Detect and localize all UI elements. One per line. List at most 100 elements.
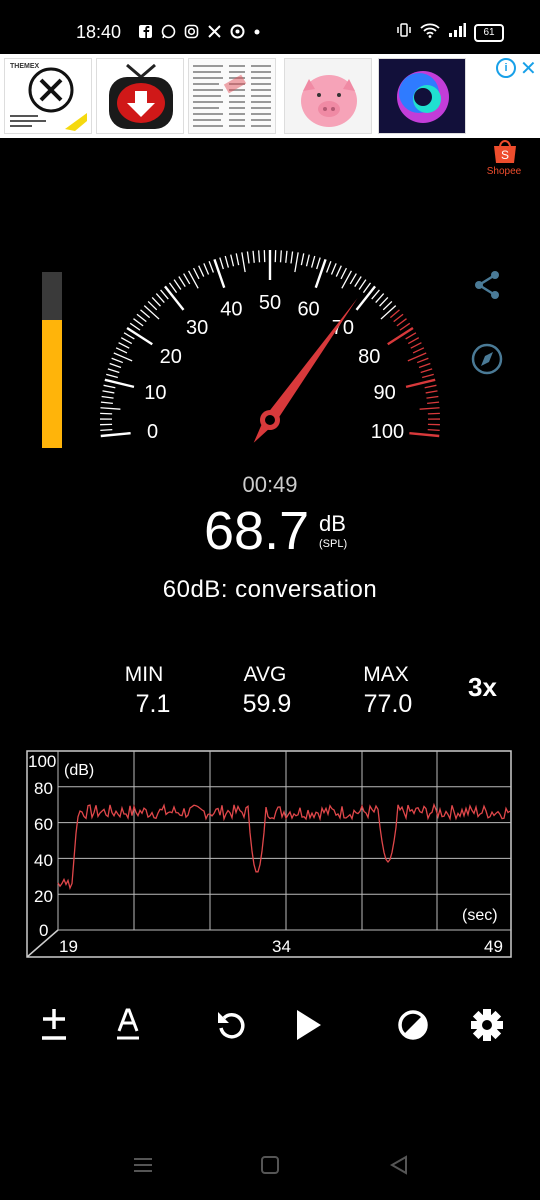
gauge-tick — [100, 401, 113, 404]
recent-apps-button[interactable] — [130, 1152, 156, 1178]
gauge-tick — [136, 313, 147, 323]
gauge-tick — [241, 252, 246, 273]
piggy-bank-icon — [285, 59, 371, 133]
settings-button[interactable] — [468, 1006, 506, 1044]
gauge-tick — [399, 322, 411, 331]
gauge-tick — [129, 322, 141, 331]
x-tick-34: 34 — [272, 937, 291, 956]
share-button[interactable] — [470, 268, 504, 302]
db-unit-label: dB — [319, 511, 346, 536]
elapsed-timer: 00:49 — [242, 472, 298, 497]
gauge-label-100: 100 — [371, 421, 404, 443]
ad-close-icon[interactable]: ✕ — [520, 56, 537, 81]
y-tick-60: 60 — [34, 815, 53, 834]
colorful-logo-ad-tile[interactable] — [378, 58, 466, 134]
y-tick-100: 100 — [28, 752, 56, 771]
gauge-tick — [100, 431, 131, 438]
min-value: 7.1 — [135, 690, 171, 718]
gauge-tick — [380, 305, 397, 320]
gauge-tick — [173, 279, 182, 290]
gauge-tick — [419, 407, 440, 410]
gauge-tick — [252, 250, 255, 263]
gauge-tick — [120, 337, 133, 345]
colorful-logo-icon — [379, 59, 465, 133]
gauge-tick — [426, 395, 439, 399]
gauge-tick — [115, 347, 128, 354]
gauge-tick — [316, 257, 321, 270]
gauge-tick — [279, 250, 282, 263]
gauge-label-0: 0 — [147, 421, 158, 443]
ad-info-icon[interactable]: i — [496, 58, 516, 78]
gauge-tick — [375, 293, 385, 303]
gauge-tick — [330, 263, 337, 275]
avg-value: 59.9 — [242, 690, 292, 718]
gauge-tick — [371, 289, 380, 300]
home-button[interactable] — [257, 1152, 283, 1178]
gauge-tick — [340, 267, 347, 280]
whatsapp-icon — [161, 24, 176, 39]
level-meter-fill — [42, 319, 62, 448]
gauge-tick — [409, 431, 440, 438]
theme-button[interactable] — [394, 1006, 432, 1044]
x-unit-label: (sec) — [462, 907, 498, 924]
signal-icon — [448, 22, 466, 43]
calibrate-button[interactable] — [36, 1006, 74, 1044]
status-time: 18:40 — [76, 22, 122, 42]
gauge-tick — [118, 342, 130, 349]
y-tick-20: 20 — [34, 887, 53, 906]
home-icon — [261, 1156, 279, 1174]
gauge-tick — [294, 252, 299, 273]
y-tick-0: 0 — [39, 921, 48, 940]
gauge-tick — [310, 255, 316, 268]
graph-frame — [26, 750, 512, 958]
piggy-bank-ad-tile[interactable] — [284, 58, 372, 134]
gauge-tick — [143, 305, 160, 320]
shopee-ad-label: Shopee — [486, 166, 522, 177]
dot-icon — [253, 24, 261, 39]
reset-button[interactable] — [214, 1006, 252, 1044]
gauge-tick — [100, 407, 121, 410]
ad-banner[interactable]: THEMEX i ✕ S Shopee — [0, 54, 540, 177]
battery-icon: 61 — [474, 23, 504, 42]
gauge-tick — [407, 337, 420, 345]
notification-icons — [138, 24, 261, 39]
reset-icon — [218, 1012, 245, 1039]
gauge-tick — [111, 357, 124, 364]
themex-logo-icon — [10, 67, 87, 131]
gauge-tick — [258, 250, 261, 263]
current-db-reading: 68.7 — [204, 501, 310, 561]
back-button[interactable] — [386, 1152, 412, 1178]
share-icon — [475, 271, 499, 299]
max-label: MAX — [363, 663, 409, 686]
gauge-tick — [246, 251, 250, 264]
x-tick-49: 49 — [484, 937, 503, 956]
shopee-bag-icon: S — [494, 140, 516, 163]
gauge-label-50: 50 — [259, 292, 281, 314]
compass-button[interactable] — [470, 342, 504, 376]
play-button[interactable] — [290, 1006, 328, 1044]
gauge-tick — [193, 267, 200, 280]
gauge-tick — [230, 254, 235, 267]
wifi-icon — [420, 22, 440, 43]
x-twitter-icon — [207, 24, 222, 39]
system-status-icons: 61 — [396, 22, 504, 43]
gauge-tick — [203, 263, 210, 275]
time-scale-button[interactable]: 3x — [468, 672, 497, 703]
gauge-tick — [418, 362, 431, 369]
a-weighting-button[interactable] — [110, 1006, 148, 1044]
gauge-tick — [354, 276, 362, 287]
gauge-tick — [335, 265, 342, 277]
max-value: 77.0 — [363, 690, 413, 718]
themex-ad-tile[interactable]: THEMEX — [4, 58, 92, 134]
a-weighting-icon — [117, 1008, 139, 1040]
gauge-tick — [160, 289, 169, 300]
gauge-tick — [178, 276, 186, 287]
y-unit-label: (dB) — [64, 762, 94, 779]
gauge-tick — [379, 297, 389, 307]
file-list-icon — [189, 59, 275, 133]
file-list-ad-tile[interactable] — [188, 58, 276, 134]
video-downloader-ad-tile[interactable] — [96, 58, 184, 134]
themex-ad-badge: THEMEX — [10, 63, 40, 70]
gauge-label-30: 30 — [186, 317, 208, 339]
gauge-label-40: 40 — [220, 298, 242, 320]
